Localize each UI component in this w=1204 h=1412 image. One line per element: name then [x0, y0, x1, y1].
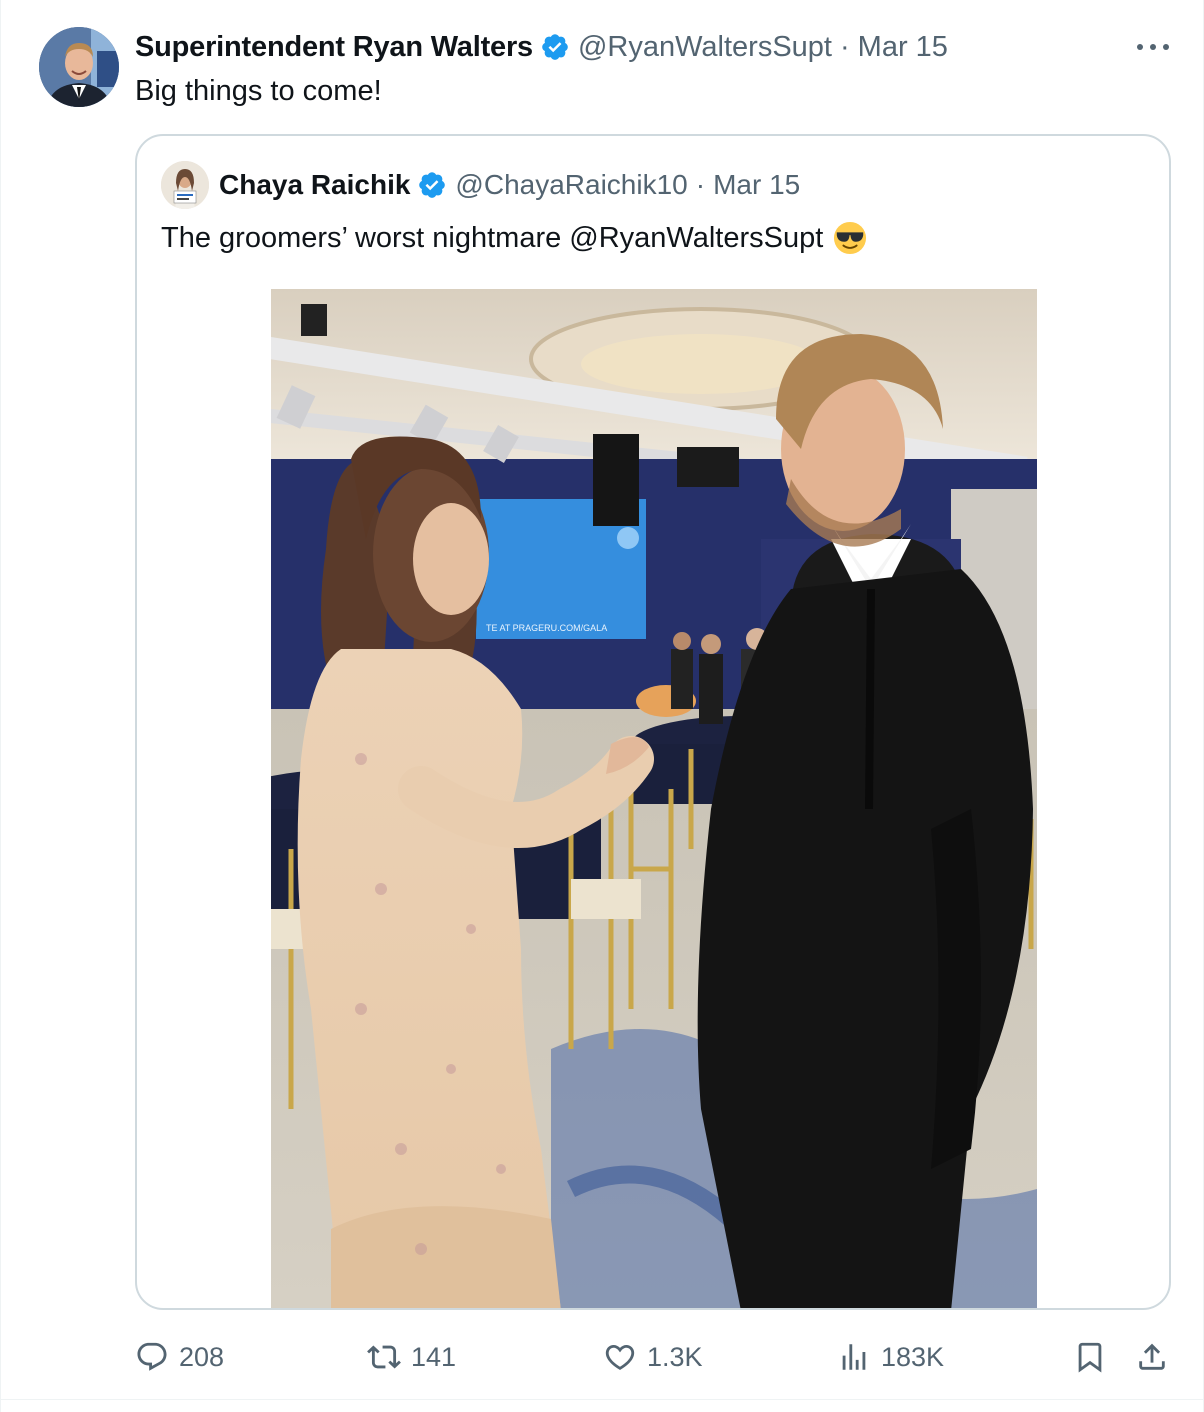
share-button[interactable] [1135, 1332, 1169, 1382]
quoted-author-avatar[interactable] [161, 161, 209, 209]
sunglasses-emoji-icon [834, 221, 867, 255]
author-avatar[interactable] [39, 27, 119, 107]
tweet-card[interactable]: Superintendent Ryan Walters @RyanWalters… [0, 0, 1204, 1412]
quoted-author-name[interactable]: Chaya Raichik [219, 169, 410, 201]
like-button[interactable]: 1.3K [603, 1332, 703, 1382]
more-options-icon[interactable] [1133, 34, 1173, 60]
quoted-tweet[interactable]: Chaya Raichik @ChayaRaichik10 · Mar 15 T… [135, 134, 1171, 1310]
quoted-tweet-date[interactable]: Mar 15 [713, 169, 800, 201]
repost-icon [367, 1345, 401, 1369]
tweet-date[interactable]: Mar 15 [858, 31, 948, 64]
reply-button[interactable]: 208 [135, 1332, 224, 1382]
heart-icon [605, 1344, 635, 1370]
verified-badge-icon[interactable] [540, 32, 570, 62]
divider [1, 1399, 1203, 1400]
bookmark-icon [1078, 1342, 1102, 1373]
reply-icon [137, 1342, 167, 1371]
like-count: 1.3K [647, 1341, 703, 1372]
quoted-tweet-header: Chaya Raichik @ChayaRaichik10 · Mar 15 [219, 167, 800, 203]
share-icon [1139, 1343, 1165, 1370]
repost-button[interactable]: 141 [367, 1332, 456, 1382]
avatar-image [39, 27, 119, 107]
bookmark-button[interactable] [1073, 1332, 1107, 1382]
views-button[interactable]: 183K [837, 1332, 944, 1382]
verified-badge-icon[interactable] [417, 170, 447, 200]
tweet-action-bar: 208 141 1.3K 183K [1, 1332, 1204, 1382]
quoted-tweet-text-row: The groomers’ worst nightmare @RyanWalte… [161, 219, 867, 257]
views-count: 183K [881, 1341, 945, 1372]
repost-count: 141 [411, 1341, 457, 1372]
tweet-text: Big things to come! [135, 75, 382, 107]
separator-dot: · [695, 169, 706, 200]
quoted-tweet-text: The groomers’ worst nightmare @RyanWalte… [161, 222, 824, 254]
tweet-header: Superintendent Ryan Walters @RyanWalters… [135, 28, 948, 66]
reply-count: 208 [179, 1341, 225, 1372]
quoted-avatar-image [161, 161, 209, 209]
quoted-author-handle[interactable]: @ChayaRaichik10 [455, 169, 687, 201]
quoted-tweet-photo[interactable]: TE AT PRAGERU.COM/GALA [271, 289, 1037, 1308]
author-name[interactable]: Superintendent Ryan Walters [135, 31, 533, 64]
ballroom-photo: TE AT PRAGERU.COM/GALA [271, 289, 1037, 1308]
author-handle[interactable]: @RyanWaltersSupt [578, 31, 832, 64]
screen-caption: TE AT PRAGERU.COM/GALA [486, 623, 607, 633]
separator-dot: · [840, 30, 850, 63]
views-chart-icon [842, 1344, 866, 1370]
